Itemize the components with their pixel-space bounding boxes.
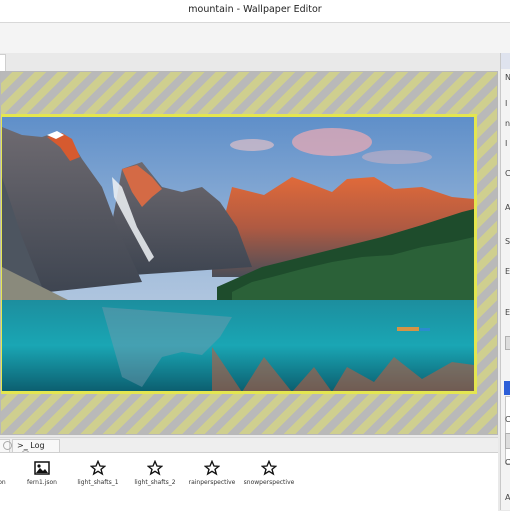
asset-label: snowperspective [243, 479, 295, 486]
panel-input[interactable] [505, 433, 510, 449]
asset-label: rainperspective [188, 479, 236, 486]
asset-item[interactable]: light_shafts_1 [68, 460, 128, 486]
tab-log[interactable]: >_ Log [12, 439, 60, 459]
properties-panel[interactable]: N I n I C A S E E C C A [500, 53, 510, 510]
asset-item[interactable]: snowperspective [239, 460, 299, 486]
mountain-lake-image [2, 117, 474, 391]
asset-label: light_shafts_2 [134, 479, 176, 486]
panel-label: S [505, 237, 510, 246]
panel-label: A [505, 203, 510, 212]
star-icon [261, 460, 277, 476]
window-title: mountain - Wallpaper Editor [188, 4, 322, 15]
editor-canvas[interactable] [0, 71, 498, 435]
panel-label: E [505, 267, 510, 276]
panel-label: C [505, 169, 510, 178]
wallpaper-preview[interactable] [1, 114, 477, 394]
star-icon [147, 460, 163, 476]
star-icon [90, 460, 106, 476]
panel-label: I [505, 139, 508, 148]
panel-label: C [505, 415, 510, 424]
close-icon[interactable] [3, 441, 12, 450]
asset-browser: on fern1.json light_shafts_1 light_shaft… [0, 452, 498, 511]
tab-close[interactable] [0, 439, 12, 453]
panel-label: A [505, 493, 510, 502]
panel-heading: N [505, 73, 510, 82]
toolbar-area [0, 23, 510, 53]
star-icon [204, 460, 220, 476]
panel-dropdown[interactable] [505, 336, 510, 350]
asset-item[interactable]: rainperspective [182, 460, 242, 486]
asset-label: fern1.json [27, 479, 57, 486]
panel-label: C [505, 458, 510, 467]
panel-label: n [505, 119, 510, 128]
panel-label: E [505, 308, 510, 317]
panel-selected-item[interactable] [504, 381, 510, 395]
asset-item[interactable]: fern1.json [12, 460, 72, 486]
asset-item[interactable]: light_shafts_2 [125, 460, 185, 486]
panel-header [501, 53, 510, 69]
image-icon [34, 461, 50, 475]
asset-label: light_shafts_1 [77, 479, 119, 486]
panel-label: I [505, 99, 508, 108]
bottom-tab-bar: >_ Log [0, 437, 498, 459]
panel-list[interactable] [505, 396, 510, 464]
tab-log-label: >_ Log [17, 441, 45, 450]
title-bar: mountain - Wallpaper Editor [0, 0, 510, 23]
